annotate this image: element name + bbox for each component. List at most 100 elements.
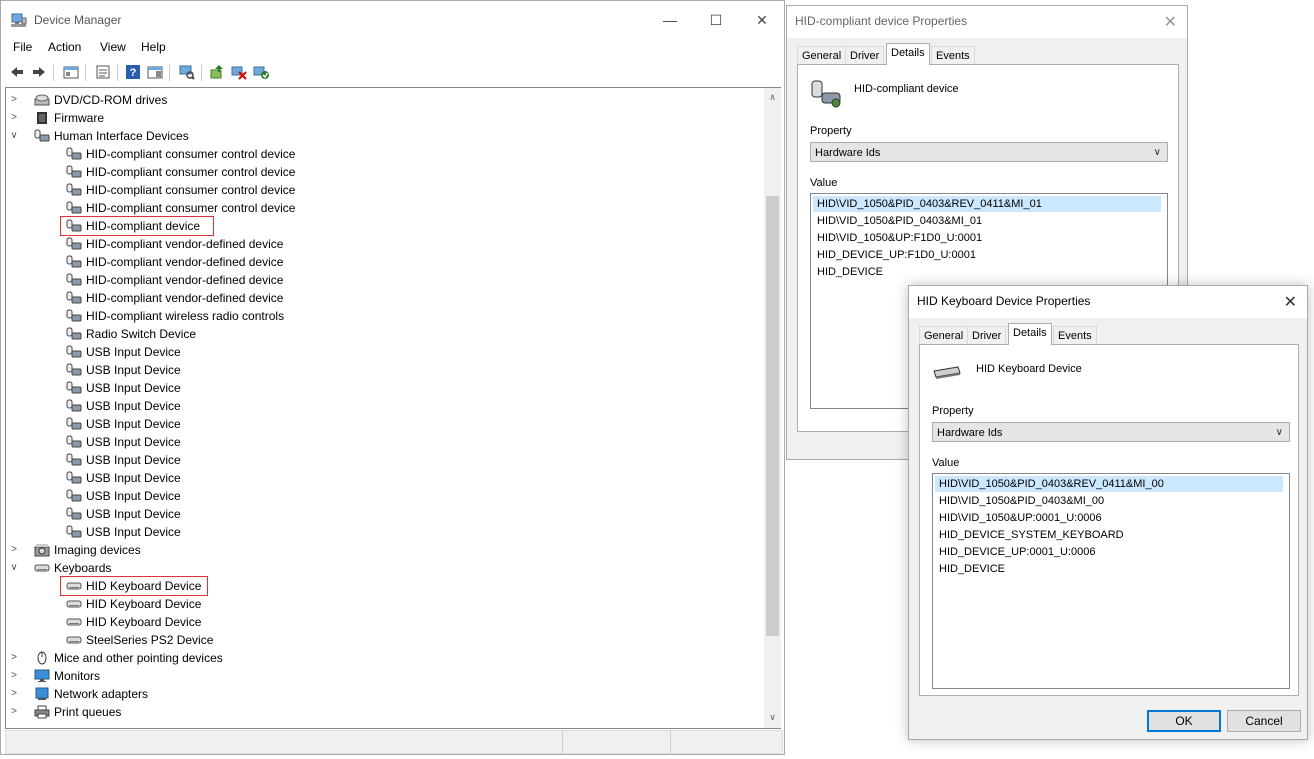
menu-file[interactable]: File	[13, 40, 32, 54]
close-icon[interactable]: ✕	[1164, 12, 1177, 32]
scan-hardware-icon[interactable]	[179, 64, 195, 80]
show-action-pane-icon[interactable]	[147, 64, 163, 80]
highlight-box	[60, 216, 214, 236]
tree-device[interactable]: USB Input Device	[6, 505, 746, 523]
tree-device[interactable]: HID-compliant vendor-defined device	[6, 253, 746, 271]
enable-device-icon[interactable]	[253, 64, 269, 80]
chevron-right-icon[interactable]: >	[8, 667, 20, 685]
tree-device[interactable]: HID-compliant consumer control device	[6, 163, 746, 181]
tree-category[interactable]: > Mice and other pointing devices	[6, 649, 746, 667]
value-list[interactable]: HID\VID_1050&PID_0403&REV_0411&MI_00 HID\…	[932, 473, 1290, 689]
device-tree[interactable]: > DVD/CD-ROM drives > Firmware ∨ Human Interf…	[5, 87, 765, 729]
tree-device[interactable]: HID-compliant vendor-defined device	[6, 271, 746, 289]
tab-general[interactable]: General	[797, 46, 847, 65]
chevron-right-icon[interactable]: >	[8, 649, 20, 667]
tree-device[interactable]: USB Input Device	[6, 379, 746, 397]
value-item[interactable]: HID_DEVICE	[935, 561, 1283, 577]
value-item[interactable]: HID\VID_1050&UP:F1D0_U:0001	[813, 230, 1161, 246]
tree-device[interactable]: HID-compliant consumer control device	[6, 181, 746, 199]
value-item[interactable]: HID\VID_1050&PID_0403&REV_0411&MI_01	[813, 196, 1161, 212]
tab-driver[interactable]: Driver	[967, 326, 1007, 345]
tree-device[interactable]: HID Keyboard Device	[6, 613, 746, 631]
tree-device[interactable]: USB Input Device	[6, 451, 746, 469]
help-icon[interactable]: ?	[125, 64, 141, 80]
value-item[interactable]: HID_DEVICE_UP:F1D0_U:0001	[813, 247, 1161, 263]
tree-device[interactable]: USB Input Device	[6, 397, 746, 415]
tree-device[interactable]: HID-compliant consumer control device	[6, 199, 746, 217]
tree-category[interactable]: > Network adapters	[6, 685, 746, 703]
minimize-button[interactable]: —	[647, 7, 693, 33]
tab-details[interactable]: Details	[1008, 323, 1052, 345]
dvd-drive-icon	[34, 94, 50, 106]
property-dropdown[interactable]: Hardware Ids ∨	[810, 142, 1168, 162]
tree-device[interactable]: HID-compliant wireless radio controls	[6, 307, 746, 325]
hid-icon	[66, 399, 82, 412]
tree-device[interactable]: USB Input Device	[6, 361, 746, 379]
show-hide-console-tree-icon[interactable]	[63, 64, 79, 80]
tree-category[interactable]: > DVD/CD-ROM drives	[6, 91, 746, 109]
tree-category[interactable]: > Monitors	[6, 667, 746, 685]
value-item[interactable]: HID_DEVICE	[813, 264, 1161, 280]
tree-device[interactable]: HID-compliant consumer control device	[6, 145, 746, 163]
chevron-right-icon[interactable]: >	[8, 109, 20, 127]
tree-device[interactable]: USB Input Device	[6, 433, 746, 451]
hid-icon	[66, 291, 82, 304]
chevron-down-icon[interactable]: ∨	[8, 127, 20, 145]
value-item[interactable]: HID\VID_1050&UP:0001_U:0006	[935, 510, 1283, 526]
ok-button[interactable]: OK	[1147, 710, 1221, 732]
chevron-down-icon[interactable]: ∨	[8, 559, 20, 577]
maximize-button[interactable]: ☐	[693, 7, 739, 33]
tree-category[interactable]: > Firmware	[6, 109, 746, 127]
tab-general[interactable]: General	[919, 326, 969, 345]
tree-item-label: HID Keyboard Device	[86, 597, 202, 611]
chevron-right-icon[interactable]: >	[8, 703, 20, 721]
close-button[interactable]: ✕	[739, 7, 785, 33]
chevron-right-icon[interactable]: >	[8, 91, 20, 109]
scroll-up-icon[interactable]: ∧	[764, 92, 781, 103]
tab-driver[interactable]: Driver	[845, 46, 885, 65]
vertical-scrollbar[interactable]: ∧ ∨	[764, 87, 781, 729]
menu-help[interactable]: Help	[141, 40, 166, 54]
menu-view[interactable]: View	[100, 40, 126, 54]
tree-device[interactable]: USB Input Device	[6, 415, 746, 433]
tab-details[interactable]: Details	[886, 43, 930, 65]
tree-device[interactable]: HID Keyboard Device	[6, 595, 746, 613]
cancel-button[interactable]: Cancel	[1227, 710, 1301, 732]
tree-device[interactable]: USB Input Device	[6, 523, 746, 541]
hid-icon	[66, 417, 82, 430]
value-item[interactable]: HID\VID_1050&PID_0403&REV_0411&MI_00	[935, 476, 1283, 492]
tree-item-label: Human Interface Devices	[54, 129, 189, 143]
back-arrow-icon[interactable]	[9, 64, 25, 80]
scrollbar-thumb[interactable]	[766, 196, 779, 636]
tree-category[interactable]: > Imaging devices	[6, 541, 746, 559]
value-item[interactable]: HID\VID_1050&PID_0403&MI_01	[813, 213, 1161, 229]
property-dropdown[interactable]: Hardware Ids ∨	[932, 422, 1290, 442]
update-driver-icon[interactable]	[209, 64, 225, 80]
close-icon[interactable]: ✕	[1284, 292, 1297, 312]
properties-icon[interactable]	[95, 64, 111, 80]
menu-action[interactable]: Action	[48, 40, 81, 54]
value-item[interactable]: HID\VID_1050&PID_0403&MI_00	[935, 493, 1283, 509]
tree-device[interactable]: USB Input Device	[6, 343, 746, 361]
tab-events[interactable]: Events	[1053, 326, 1097, 345]
tree-category[interactable]: > Print queues	[6, 703, 746, 721]
tree-device[interactable]: Radio Switch Device	[6, 325, 746, 343]
uninstall-device-icon[interactable]	[231, 64, 247, 80]
tree-category[interactable]: ∨ Keyboards	[6, 559, 746, 577]
chevron-right-icon[interactable]: >	[8, 685, 20, 703]
forward-arrow-icon[interactable]	[31, 64, 47, 80]
dialog-title: HID Keyboard Device Properties	[917, 294, 1091, 308]
tree-device[interactable]: USB Input Device	[6, 487, 746, 505]
scroll-down-icon[interactable]: ∨	[764, 712, 781, 723]
chevron-right-icon[interactable]: >	[8, 541, 20, 559]
value-item[interactable]: HID_DEVICE_UP:0001_U:0006	[935, 544, 1283, 560]
details-panel: HID Keyboard Device Property Hardware Id…	[919, 344, 1299, 696]
value-item[interactable]: HID_DEVICE_SYSTEM_KEYBOARD	[935, 527, 1283, 543]
tree-device[interactable]: USB Input Device	[6, 469, 746, 487]
tree-device[interactable]: HID-compliant vendor-defined device	[6, 289, 746, 307]
tab-events[interactable]: Events	[931, 46, 975, 65]
tree-item-label: Print queues	[54, 705, 122, 719]
tree-category[interactable]: ∨ Human Interface Devices	[6, 127, 746, 145]
tree-device[interactable]: HID-compliant vendor-defined device	[6, 235, 746, 253]
tree-device[interactable]: SteelSeries PS2 Device	[6, 631, 746, 649]
